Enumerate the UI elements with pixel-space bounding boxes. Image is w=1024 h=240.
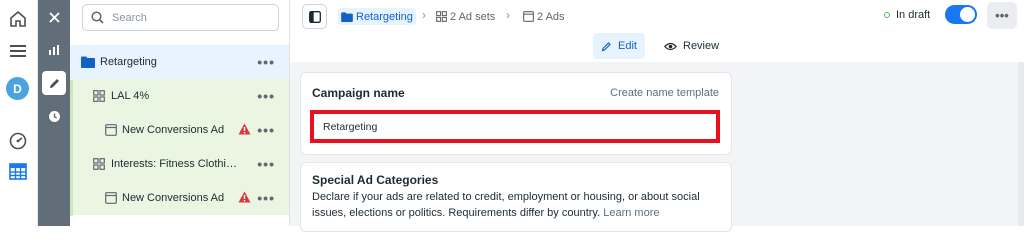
- tree-item-label: New Conversions Ad: [122, 192, 225, 204]
- chart-icon[interactable]: [42, 38, 66, 62]
- avatar[interactable]: D: [6, 77, 29, 100]
- more-options-button[interactable]: •••: [257, 54, 275, 70]
- ad-icon: [105, 192, 117, 204]
- breadcrumb-label: 2 Ads: [537, 10, 565, 23]
- folder-icon: [81, 56, 95, 68]
- clock-icon[interactable]: [42, 104, 66, 128]
- more-options-button[interactable]: •••: [257, 190, 275, 206]
- adset-group-indicator: [70, 80, 73, 216]
- home-icon[interactable]: [7, 8, 29, 30]
- tree-item-adset[interactable]: Interests: Fitness Clothing ... •••: [70, 147, 289, 181]
- card-title: Special Ad Categories: [312, 173, 439, 187]
- tree-item-ad[interactable]: New Conversions Ad •••: [70, 181, 289, 215]
- folder-icon: [341, 11, 353, 22]
- menu-icon[interactable]: [7, 40, 29, 62]
- panel-toggle-button[interactable]: [302, 4, 327, 29]
- editor-header: Retargeting › 2 Ad sets › 2 Ads In draft…: [290, 0, 1024, 33]
- scrollbar[interactable]: [1018, 62, 1024, 226]
- search-input[interactable]: Search: [112, 12, 147, 24]
- review-label: Review: [683, 40, 720, 52]
- table-icon[interactable]: [7, 160, 29, 182]
- global-nav: D: [0, 0, 38, 226]
- tree-item-ad[interactable]: New Conversions Ad •••: [70, 113, 289, 147]
- editing-tools-column: [38, 0, 70, 226]
- more-actions-button[interactable]: •••: [987, 2, 1017, 29]
- status-badge: In draft: [884, 9, 930, 21]
- card-title: Campaign name: [312, 86, 405, 100]
- more-options-button[interactable]: •••: [257, 156, 275, 172]
- ads-manager-window: D Search Retargeting ••• LAL 4% ••• New …: [0, 0, 1024, 232]
- create-name-template-link[interactable]: Create name template: [610, 87, 719, 99]
- grid-icon: [93, 90, 105, 102]
- tree-item-label: LAL 4%: [111, 90, 150, 102]
- campaign-toggle[interactable]: [945, 5, 977, 24]
- tree-item-campaign[interactable]: Retargeting •••: [70, 45, 289, 79]
- search-icon: [91, 11, 104, 24]
- grid-icon: [436, 11, 447, 22]
- search-box[interactable]: Search: [82, 4, 279, 31]
- grid-icon: [93, 158, 105, 170]
- gauge-icon[interactable]: [7, 130, 29, 152]
- ad-icon: [523, 11, 534, 22]
- editor-content: Campaign name Create name template Retar…: [290, 62, 1024, 232]
- tree-item-label: Retargeting: [100, 56, 157, 68]
- chevron-right-icon: ›: [506, 8, 510, 22]
- status-dot-icon: [884, 12, 890, 18]
- toggle-knob: [960, 7, 975, 22]
- pencil-icon[interactable]: [42, 71, 66, 95]
- close-icon[interactable]: [42, 5, 66, 29]
- special-categories-description: Declare if your ads are related to credi…: [312, 191, 700, 219]
- campaign-tree-panel: Search Retargeting ••• LAL 4% ••• New Co…: [70, 0, 290, 226]
- breadcrumb-label: 2 Ad sets: [450, 10, 496, 23]
- campaign-name-input[interactable]: Retargeting: [310, 110, 720, 143]
- pencil-icon: [601, 41, 611, 51]
- sidebar-icon: [308, 10, 321, 23]
- breadcrumb-ads[interactable]: 2 Ads: [523, 8, 565, 25]
- eye-icon: [664, 42, 677, 50]
- edit-label: Edit: [618, 40, 637, 52]
- warning-icon: [238, 123, 251, 135]
- more-options-button[interactable]: •••: [257, 88, 275, 104]
- tree-item-label: Interests: Fitness Clothing ...: [111, 158, 243, 170]
- learn-more-link[interactable]: Learn more: [603, 207, 659, 219]
- tree-item-adset[interactable]: LAL 4% •••: [70, 79, 289, 113]
- status-text: In draft: [896, 9, 931, 21]
- breadcrumb-adsets[interactable]: 2 Ad sets: [436, 8, 495, 25]
- mode-switcher: Edit Review: [290, 33, 1024, 61]
- chevron-right-icon: ›: [422, 8, 426, 22]
- tree-item-label: New Conversions Ad: [122, 124, 225, 136]
- special-ad-categories-card: Special Ad Categories Declare if your ad…: [300, 162, 732, 232]
- review-mode-button[interactable]: Review: [656, 33, 727, 59]
- breadcrumb-label: Retargeting: [356, 10, 413, 23]
- edit-mode-button[interactable]: Edit: [593, 33, 645, 59]
- campaign-name-card: Campaign name Create name template Retar…: [300, 72, 732, 155]
- ad-icon: [105, 124, 117, 136]
- more-options-button[interactable]: •••: [257, 122, 275, 138]
- breadcrumb-campaign[interactable]: Retargeting: [338, 8, 416, 25]
- warning-icon: [238, 191, 251, 203]
